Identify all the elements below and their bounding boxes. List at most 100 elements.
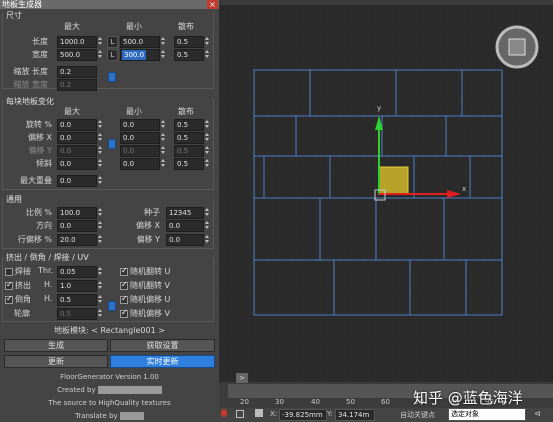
extrude-height-spinner[interactable]: 1.0 <box>57 280 97 292</box>
max-overlap-spinner[interactable]: 0.0 <box>57 175 97 187</box>
tilt-max-spinner[interactable]: 0.0 <box>57 158 97 170</box>
translate-text: Translate by <box>75 412 118 420</box>
scale-length-spinner[interactable]: 0.2 <box>57 66 97 78</box>
var-col-max: 最大 <box>64 107 80 116</box>
close-button[interactable]: × <box>207 0 218 9</box>
key-filter-icon[interactable]: ⊲ <box>534 409 546 419</box>
spinner-arrows-icon[interactable] <box>161 132 166 142</box>
offset-x-max-spinner[interactable]: 0.0 <box>57 132 97 144</box>
chamfer-height-spinner[interactable]: 0.5 <box>57 294 97 306</box>
spinner-arrows-icon[interactable] <box>98 36 103 46</box>
rand-offset-u-checkbox[interactable] <box>120 294 128 304</box>
length-max-spinner[interactable]: 1000.0 <box>57 36 97 48</box>
general-offset-y-spinner[interactable]: 0.0 <box>166 234 204 246</box>
tilt-min-spinner[interactable]: 0.0 <box>120 158 160 170</box>
spinner-arrows-icon[interactable] <box>161 119 166 129</box>
pin-icon[interactable] <box>221 409 227 417</box>
row-offset-spinner[interactable]: 20.0 <box>57 234 97 246</box>
length-min-spinner[interactable]: 500.0 <box>120 36 160 48</box>
scale-lock-icon[interactable] <box>108 72 116 82</box>
spinner-arrows-icon[interactable] <box>98 145 103 155</box>
spinner-arrows-icon[interactable] <box>205 234 210 244</box>
weld-thr-label: Thr. <box>38 266 54 275</box>
uv-lock-icon[interactable] <box>108 301 116 311</box>
seed-spinner[interactable]: 12345 <box>166 207 204 219</box>
y-coord-field[interactable]: 34.174m <box>335 409 375 421</box>
rotation-label: 旋转 % <box>25 120 52 129</box>
spinner-arrows-icon[interactable] <box>98 158 103 168</box>
spinner-arrows-icon[interactable] <box>98 175 103 185</box>
tilt-dist-spinner[interactable]: 0.5 <box>174 158 204 170</box>
scale-width-spinner[interactable]: 0.2 <box>57 79 97 91</box>
spinner-arrows-icon[interactable] <box>98 132 103 142</box>
spinner-arrows-icon[interactable] <box>205 145 210 155</box>
spinner-arrows-icon[interactable] <box>205 49 210 59</box>
rotation-min-spinner[interactable]: 0.0 <box>120 119 160 131</box>
rand-flip-u-checkbox[interactable] <box>120 266 128 276</box>
version-text: FloorGenerator Version 1.00 <box>60 373 159 381</box>
spinner-arrows-icon[interactable] <box>161 145 166 155</box>
width-max-spinner[interactable]: 500.0 <box>57 49 97 61</box>
general-offset-x-spinner[interactable]: 0.0 <box>166 220 204 232</box>
length-lock-button[interactable]: L <box>107 36 118 48</box>
extrude-checkbox[interactable] <box>5 280 13 290</box>
selection-filter-dropdown[interactable]: 选定对象 <box>448 408 526 421</box>
x-coord-field[interactable]: -39.825mm <box>279 409 327 421</box>
offset-x-min-spinner[interactable]: 0.0 <box>120 132 160 144</box>
offset-lock-icon[interactable] <box>108 139 116 149</box>
lock-selection-icon[interactable] <box>236 410 244 418</box>
offset-x-label: 偏移 X <box>27 133 52 142</box>
live-update-button[interactable]: 实时更新 <box>110 355 215 368</box>
spinner-arrows-icon[interactable] <box>98 266 103 276</box>
extrude-label: 挤出 <box>15 281 31 290</box>
rand-flip-v-checkbox[interactable] <box>120 280 128 290</box>
spinner-arrows-icon[interactable] <box>205 132 210 142</box>
spinner-arrows-icon[interactable] <box>98 308 103 318</box>
spinner-arrows-icon[interactable] <box>205 119 210 129</box>
spinner-arrows-icon[interactable] <box>161 36 166 46</box>
spinner-arrows-icon[interactable] <box>98 49 103 59</box>
author-link[interactable] <box>97 386 162 394</box>
segments-spinner[interactable]: 0.5 <box>57 308 97 320</box>
spinner-arrows-icon[interactable] <box>161 49 166 59</box>
timeline-play-icon[interactable]: > <box>236 373 248 383</box>
spinner-arrows-icon[interactable] <box>98 280 103 290</box>
chamfer-checkbox[interactable] <box>5 294 13 304</box>
spinner-arrows-icon[interactable] <box>98 294 103 304</box>
width-dist-spinner[interactable]: 0.5 <box>174 49 204 61</box>
translator-link[interactable] <box>119 412 144 420</box>
spinner-arrows-icon[interactable] <box>205 220 210 230</box>
offset-x-dist-spinner[interactable]: 0.5 <box>174 132 204 144</box>
update-button[interactable]: 更新 <box>4 355 108 368</box>
spinner-arrows-icon[interactable] <box>205 36 210 46</box>
spinner-arrows-icon[interactable] <box>205 158 210 168</box>
spinner-arrows-icon[interactable] <box>98 207 103 217</box>
rotation-dist-spinner[interactable]: 0.5 <box>174 119 204 131</box>
weld-threshold-spinner[interactable]: 0.05 <box>57 266 97 278</box>
offset-y-max-spinner[interactable]: 0.0 <box>57 145 97 157</box>
offset-y-min-spinner[interactable]: 0.0 <box>120 145 160 157</box>
transform-mode-icon[interactable] <box>255 409 263 417</box>
chamfer-h-label: H. <box>44 294 53 303</box>
rand-offset-v-checkbox[interactable] <box>120 308 128 318</box>
x-coord-label: X: <box>270 410 278 418</box>
spinner-arrows-icon[interactable] <box>98 220 103 230</box>
scale-spinner[interactable]: 100.0 <box>57 207 97 219</box>
spinner-arrows-icon[interactable] <box>98 234 103 244</box>
length-dist-spinner[interactable]: 0.5 <box>174 36 204 48</box>
generate-button[interactable]: 生成 <box>4 339 108 352</box>
auto-key-label[interactable]: 自动关键点 <box>400 410 435 420</box>
spinner-arrows-icon[interactable] <box>98 119 103 129</box>
spinner-arrows-icon[interactable] <box>161 158 166 168</box>
viewport-top[interactable]: y x <box>219 0 553 382</box>
width-min-spinner[interactable]: 300.0 <box>120 49 160 61</box>
viewport-canvas: y x <box>219 0 553 382</box>
get-settings-button[interactable]: 获取设置 <box>110 339 215 352</box>
viewcube-face[interactable] <box>508 38 526 56</box>
direction-spinner[interactable]: 0.0 <box>57 220 97 232</box>
weld-checkbox[interactable] <box>5 268 13 276</box>
offset-y-dist-spinner[interactable]: 0.5 <box>174 145 204 157</box>
rotation-max-spinner[interactable]: 0.0 <box>57 119 97 131</box>
width-lock-button[interactable]: L <box>107 49 118 61</box>
spinner-arrows-icon[interactable] <box>205 207 210 217</box>
